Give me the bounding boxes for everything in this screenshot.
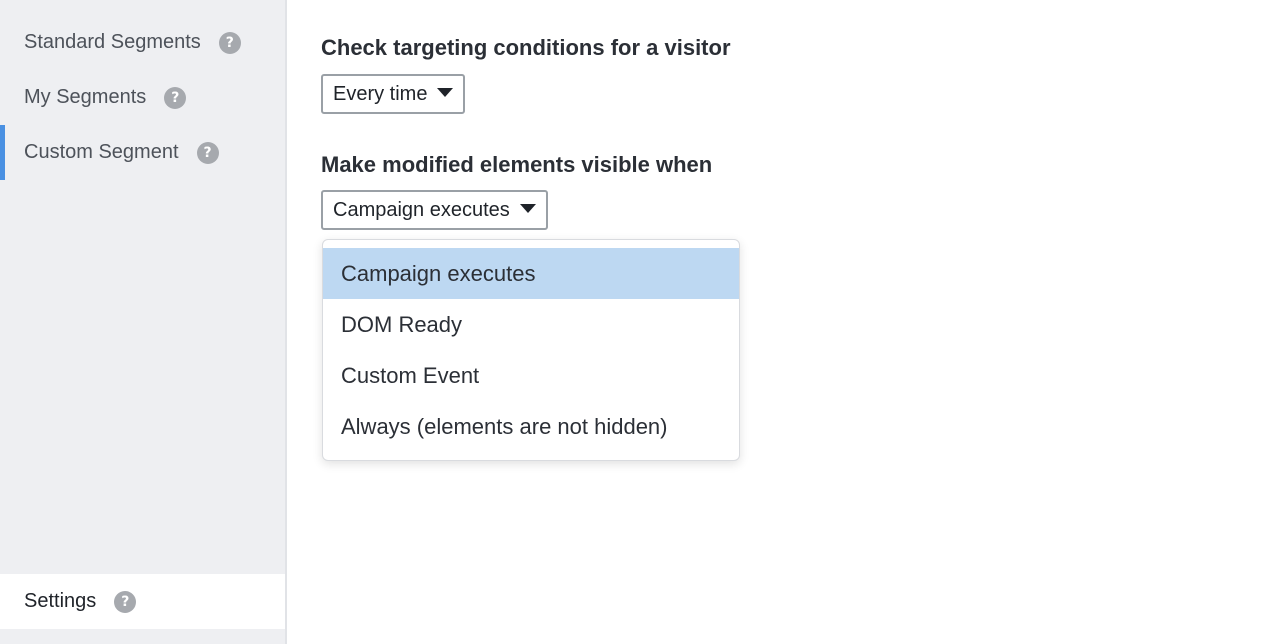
targeting-label: Check targeting conditions for a visitor	[321, 35, 731, 60]
help-icon[interactable]: ?	[218, 31, 241, 54]
sidebar-item-label: Custom Segment	[24, 141, 179, 163]
targeting-select-value: Every time	[333, 82, 428, 105]
sidebar-item-standard-segments[interactable]: Standard Segments ?	[0, 15, 285, 70]
caret-down-icon	[437, 87, 454, 97]
help-icon[interactable]: ?	[196, 141, 219, 164]
sidebar-item-custom-segment[interactable]: Custom Segment ?	[0, 125, 285, 180]
option-dom-ready[interactable]: DOM Ready	[323, 299, 739, 350]
option-campaign-executes[interactable]: Campaign executes	[323, 248, 739, 299]
option-always[interactable]: Always (elements are not hidden)	[323, 401, 739, 452]
app-layout: Standard Segments ? My Segments ? Custom…	[0, 0, 1286, 644]
caret-down-icon	[519, 203, 536, 213]
help-icon[interactable]: ?	[114, 590, 137, 613]
sidebar-item-label: Standard Segments	[24, 31, 201, 53]
visibility-select[interactable]: Campaign executes	[321, 190, 548, 230]
visibility-select-value: Campaign executes	[333, 198, 510, 221]
visibility-label: Make modified elements visible when	[321, 152, 713, 177]
sidebar-item-settings[interactable]: Settings ?	[0, 574, 285, 629]
targeting-select[interactable]: Every time	[321, 74, 466, 114]
sidebar-item-label: Settings	[24, 590, 97, 612]
option-custom-event[interactable]: Custom Event	[323, 350, 739, 401]
visibility-dropdown-menu: Campaign executes DOM Ready Custom Event…	[322, 239, 740, 461]
sidebar-item-my-segments[interactable]: My Segments ?	[0, 70, 285, 125]
sidebar-item-label: My Segments	[24, 86, 147, 108]
help-icon[interactable]: ?	[164, 86, 187, 109]
sidebar: Standard Segments ? My Segments ? Custom…	[0, 0, 287, 644]
